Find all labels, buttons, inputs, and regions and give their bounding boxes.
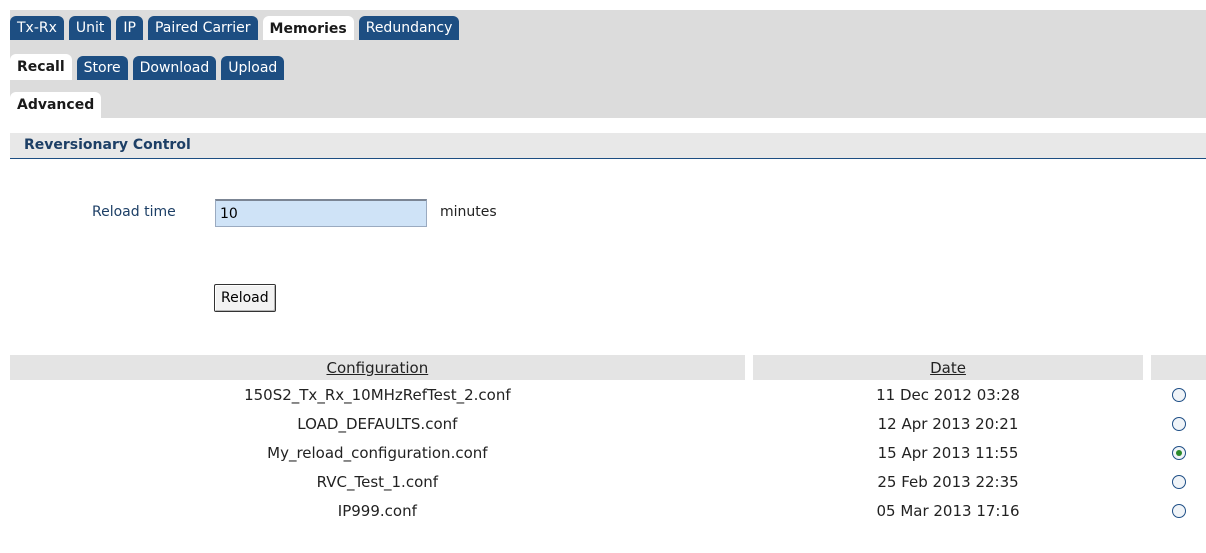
column-gap [745, 438, 753, 467]
tab-unit[interactable]: Unit [68, 16, 112, 40]
configuration-name: My_reload_configuration.conf [267, 443, 488, 462]
column-gap [1143, 380, 1151, 409]
configuration-date: 05 Mar 2013 17:16 [876, 501, 1020, 520]
table-row[interactable]: 150S2_Tx_Rx_10MHzRefTest_2.conf 11 Dec 20… [10, 380, 1206, 409]
column-gap [745, 380, 753, 409]
configuration-table: Configuration Date 150S2_Tx_Rx_10MHzRefT… [10, 355, 1206, 525]
configuration-name: 150S2_Tx_Rx_10MHzRefTest_2.conf [244, 385, 511, 404]
table-row[interactable]: RVC_Test_1.conf 25 Feb 2013 22:35 [10, 467, 1206, 496]
tab-row-main: Tx-Rx Unit IP Paired Carrier Memories Redunda… [10, 16, 464, 40]
configuration-radio[interactable] [1171, 417, 1186, 431]
reload-time-unit: minutes [440, 204, 497, 220]
configuration-radio[interactable] [1171, 475, 1186, 489]
configuration-date: 25 Feb 2013 22:35 [877, 472, 1019, 491]
column-gap [745, 467, 753, 496]
table-row[interactable]: IP999.conf 05 Mar 2013 17:16 [10, 496, 1206, 525]
configuration-name: RVC_Test_1.conf [316, 472, 439, 491]
column-gap [745, 409, 753, 438]
tab-store[interactable]: Store [76, 56, 128, 80]
column-gap [1143, 496, 1151, 525]
table-body: 150S2_Tx_Rx_10MHzRefTest_2.conf 11 Dec 20… [10, 380, 1206, 525]
configuration-date: 12 Apr 2013 20:21 [877, 414, 1019, 433]
tab-row-memories: Recall Store Download Upload [10, 54, 289, 80]
section-title: Reversionary Control [10, 133, 1206, 159]
tab-paired-carrier[interactable]: Paired Carrier [147, 16, 258, 40]
tab-tx-rx[interactable]: Tx-Rx [10, 16, 64, 40]
configuration-radio[interactable] [1171, 388, 1186, 402]
select-cell [1151, 496, 1206, 525]
column-gap [1143, 438, 1151, 467]
tab-upload[interactable]: Upload [221, 56, 285, 80]
tab-recall[interactable]: Recall [10, 54, 72, 80]
table-header-row: Configuration Date [10, 355, 1206, 380]
column-header-configuration[interactable]: Configuration [10, 355, 745, 380]
configuration-name: IP999.conf [337, 501, 417, 520]
column-gap [1143, 467, 1151, 496]
column-gap [745, 496, 753, 525]
configuration-radio[interactable] [1171, 504, 1186, 518]
select-cell [1151, 438, 1206, 467]
configuration-date: 15 Apr 2013 11:55 [877, 443, 1019, 462]
configuration-name: LOAD_DEFAULTS.conf [297, 414, 458, 433]
select-cell [1151, 409, 1206, 438]
tab-advanced[interactable]: Advanced [10, 92, 102, 118]
tab-redundancy[interactable]: Redundancy [358, 16, 460, 40]
configuration-date: 11 Dec 2012 03:28 [876, 385, 1020, 404]
select-cell [1151, 467, 1206, 496]
table-row[interactable]: LOAD_DEFAULTS.conf 12 Apr 2013 20:21 [10, 409, 1206, 438]
tab-ip[interactable]: IP [116, 16, 143, 40]
column-gap [1143, 355, 1152, 380]
tab-download[interactable]: Download [132, 56, 217, 80]
tab-memories[interactable]: Memories [262, 16, 354, 40]
reload-button[interactable]: Reload [214, 284, 276, 312]
column-gap [1143, 409, 1151, 438]
table-row[interactable]: My_reload_configuration.conf 15 Apr 2013 … [10, 438, 1206, 467]
column-gap [744, 355, 753, 380]
select-cell [1151, 380, 1206, 409]
column-header-select [1151, 355, 1206, 380]
tab-row-recall: Advanced [10, 92, 106, 118]
configuration-radio[interactable] [1171, 446, 1186, 460]
reload-time-label: Reload time [92, 204, 176, 220]
column-header-date[interactable]: Date [752, 355, 1144, 380]
reload-time-input[interactable] [215, 199, 427, 227]
